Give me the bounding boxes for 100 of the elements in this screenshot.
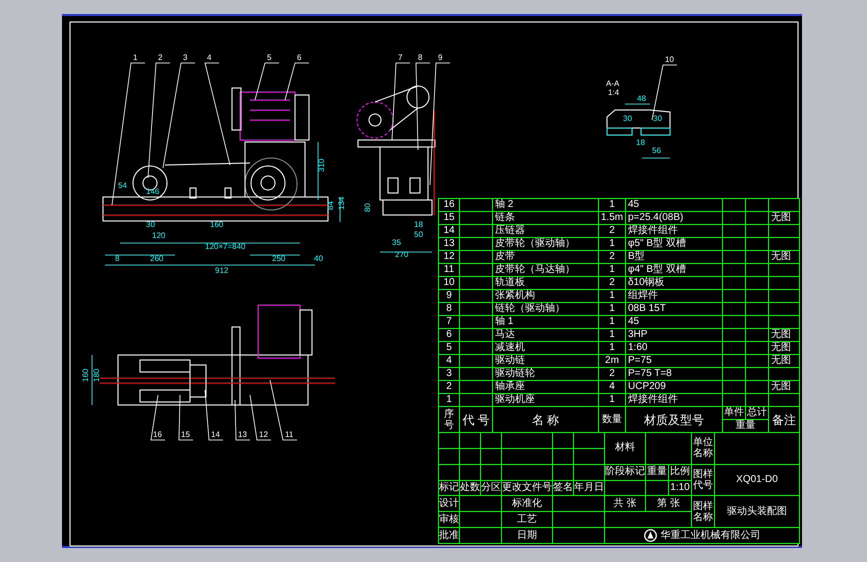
table-cell: 2m [599,355,625,367]
table-cell: P=75 T=8 [626,368,722,380]
table-cell: 1 [599,290,625,302]
dimension-label: 54 [118,181,127,190]
column-header: 名 称 [493,407,598,432]
table-cell: 减速机 [493,342,598,354]
title-block-label: 单位名称 [692,433,714,464]
table-cell: 4 [599,381,625,393]
table-cell: 8 [439,303,459,315]
dimension-label: 912 [215,266,228,275]
dimension-label: 80 [363,203,372,212]
table-cell: 链轮（驱动轴） [493,303,598,315]
leader-line [284,62,310,100]
dimension-label: 8 [115,254,120,263]
dimension-label: 146 [146,187,160,196]
balloon-number: 10 [665,55,674,64]
table-cell: 无图 [769,381,799,393]
title-block-label: 重量 [646,464,668,480]
dimension-label: 160 [81,368,90,382]
table-cell: δ10钢板 [626,277,722,289]
title-block-label: 审核 [439,512,459,528]
table-cell: 无图 [769,251,799,263]
dimension-label: 48 [637,94,646,103]
section-title: A-A [606,79,620,88]
table-cell: 14 [439,225,459,237]
table-cell: 15 [439,212,459,224]
title-block-label: 图样名称 [692,496,714,528]
table-cell: 1.5m [599,212,625,224]
table-cell: 驱动链轮 [493,368,598,380]
scale-value: 1:10 [669,480,691,496]
table-cell: 2 [599,225,625,237]
column-header: 代 号 [460,407,492,432]
dimension-label: 120 [152,231,166,240]
balloon-number: 4 [207,53,212,62]
table-cell: 焊接件组件 [626,225,722,237]
table-cell: 2 [599,368,625,380]
dimension-label: 18 [636,138,645,147]
table-cell: 7 [439,316,459,328]
table-cell: B型 [626,251,722,263]
table-cell: 1 [599,394,625,406]
dimension-label: 30 [653,114,662,123]
leader-line [178,394,194,440]
balloon-number: 8 [418,53,422,62]
table-cell: 驱动机座 [493,394,598,406]
dimension-label: 30 [146,220,155,229]
leader-line [270,380,298,440]
table-cell: 5 [439,342,459,354]
table-cell: 组焊件 [626,290,722,302]
title-block-label: 处数 [460,480,480,496]
table-cell: p=25.4(08B) [626,212,722,224]
section-view-drawing [606,110,670,136]
title-block-label: 阶段标记 [605,464,645,480]
table-cell [769,277,799,289]
table-cell: 1 [599,303,625,315]
table-cell: 1 [599,329,625,341]
dimension-label: 120×7=840 [205,242,246,251]
table-cell: 轴 1 [493,316,598,328]
dimension-label: 180 [92,368,101,382]
table-cell: 1 [439,394,459,406]
table-cell: 10 [439,277,459,289]
table-cell: 3HP [626,329,722,341]
table-cell: 1 [599,264,625,276]
balloon-number: 9 [438,53,442,62]
table-cell [769,368,799,380]
table-cell: 马达 [493,329,598,341]
column-header: 数量 [599,407,625,432]
table-cell: 45 [626,199,722,211]
table-cell: 皮带轮（马达轴） [493,264,598,276]
leader-line [234,400,250,440]
dimension-label: 18 [414,220,423,229]
table-cell [769,290,799,302]
table-cell: 3 [439,368,459,380]
table-cell [769,238,799,250]
table-cell: 无图 [769,329,799,341]
dimension-label: 50 [414,230,423,239]
table-cell [769,303,799,315]
balloon-number: 13 [238,430,247,439]
title-block-label: 签名 [553,480,573,496]
drawing-number: XQ01-D0 [715,464,799,496]
table-cell: 无图 [769,342,799,354]
balloon-number: 16 [153,430,162,439]
table-cell: 无图 [769,355,799,367]
table-cell: 2 [439,381,459,393]
column-header: 材质及型号 [626,407,722,432]
table-cell: 轴 2 [493,199,598,211]
table-cell: 2 [599,251,625,263]
column-header: 重量 [723,420,768,432]
balloon-number: 2 [158,53,162,62]
leader-line [204,390,224,440]
company-logo-icon [644,529,656,542]
balloon-number: 6 [297,53,302,62]
dimension-label: 260 [150,254,164,263]
table-cell: P=75 [626,355,722,367]
table-cell: 焊接件组件 [626,394,722,406]
table-cell: 6 [439,329,459,341]
table-cell: 1 [599,316,625,328]
table-cell: 无图 [769,212,799,224]
title-block-label: 更改文件号 [502,480,552,496]
leader-line [250,394,272,440]
balloon-number: 11 [285,430,294,439]
